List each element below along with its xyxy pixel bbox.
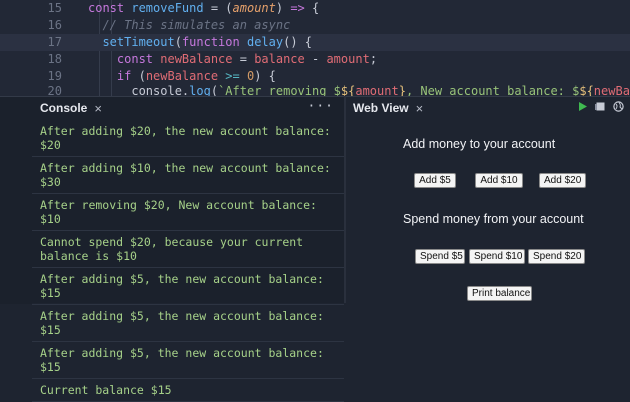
console-log-line: After adding $5, the new account balance… bbox=[32, 268, 344, 305]
play-icon[interactable] bbox=[577, 101, 588, 112]
line-number: 16 bbox=[47, 18, 62, 32]
web-view-panel: Web View × Add money to your account Add… bbox=[346, 96, 630, 303]
add-10-button[interactable]: Add $10 bbox=[475, 173, 523, 188]
spend-20-button[interactable]: Spend $20 bbox=[528, 249, 585, 264]
console-close-icon[interactable]: × bbox=[94, 101, 102, 116]
console-log-line: Cannot spend $20, because your current b… bbox=[32, 231, 344, 268]
code-line[interactable]: 15 const removeFund = (amount) => { bbox=[0, 0, 630, 17]
spend-money-heading: Spend money from your account bbox=[403, 212, 584, 226]
add-5-button[interactable]: Add $5 bbox=[414, 173, 456, 188]
console-header: Console × bbox=[0, 97, 344, 119]
web-view-close-icon[interactable]: × bbox=[416, 101, 424, 116]
code-text: setTimeout(function delay() { bbox=[88, 35, 312, 49]
code-line[interactable]: 16 // This simulates an async bbox=[0, 17, 630, 34]
code-line[interactable]: 20 console.log(`After removing $${amount… bbox=[0, 83, 630, 96]
code-text: // This simulates an async bbox=[88, 18, 291, 32]
stop-icon[interactable] bbox=[595, 101, 606, 112]
console-log: After adding $20, the new account balanc… bbox=[32, 120, 344, 402]
code-text: console.log(`After removing $${amount}, … bbox=[88, 84, 630, 96]
code-line[interactable]: 17 setTimeout(function delay() { bbox=[0, 34, 630, 51]
code-text: const newBalance = balance - amount; bbox=[88, 52, 378, 66]
add-money-heading: Add money to your account bbox=[403, 137, 556, 151]
spend-10-button[interactable]: Spend $10 bbox=[469, 249, 525, 264]
code-text: const removeFund = (amount) => { bbox=[88, 1, 320, 15]
console-gutter bbox=[0, 120, 32, 304]
console-title: Console bbox=[40, 101, 88, 115]
console-log-line: After adding $10, the new account balanc… bbox=[32, 157, 344, 194]
line-number: 18 bbox=[47, 52, 62, 66]
console-panel: Console × ··· After adding $20, the new … bbox=[0, 96, 344, 402]
code-editor[interactable]: 15 const removeFund = (amount) => { 16 // … bbox=[0, 0, 630, 96]
line-number: 15 bbox=[47, 1, 62, 15]
add-20-button[interactable]: Add $20 bbox=[539, 173, 586, 188]
console-log-line: After adding $20, the new account balanc… bbox=[32, 120, 344, 157]
spend-5-button[interactable]: Spend $5 bbox=[415, 249, 465, 264]
console-log-line: Current balance $15 bbox=[32, 379, 344, 402]
console-more-icon[interactable]: ··· bbox=[308, 99, 334, 114]
web-view-title: Web View bbox=[353, 101, 409, 115]
console-log-line: After adding $5, the new account balance… bbox=[32, 342, 344, 379]
line-number: 17 bbox=[47, 35, 62, 49]
line-number: 20 bbox=[47, 84, 62, 96]
print-balance-button[interactable]: Print balance bbox=[467, 286, 532, 301]
console-log-line: After adding $5, the new account balance… bbox=[32, 305, 344, 342]
globe-icon[interactable] bbox=[613, 101, 624, 112]
console-log-line: After removing $20, New account balance:… bbox=[32, 194, 344, 231]
code-line[interactable]: 18 const newBalance = balance - amount; bbox=[0, 51, 630, 68]
